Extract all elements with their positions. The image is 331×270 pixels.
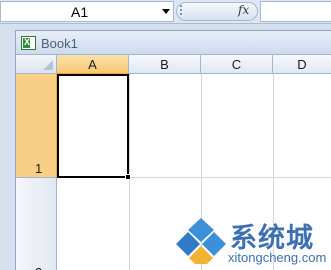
workbook-titlebar[interactable]: Book1 (16, 31, 331, 55)
name-box[interactable]: A1 (0, 1, 174, 22)
row-header-1[interactable]: 1 (16, 74, 57, 178)
column-header-c[interactable]: C (201, 55, 273, 74)
formula-input[interactable] (260, 1, 331, 22)
active-cell-a1[interactable] (57, 74, 129, 178)
column-header-d[interactable]: D (273, 55, 331, 74)
formula-bar: A1 fx (0, 0, 331, 24)
column-header-b[interactable]: B (129, 55, 201, 74)
watermark: 系统城 xitongcheng.com (176, 212, 331, 270)
row-header-2[interactable]: 2 (16, 178, 57, 270)
insert-function-icon[interactable]: fx (238, 3, 249, 17)
row-header-label: 2 (35, 265, 42, 270)
fill-handle[interactable] (125, 174, 131, 180)
excel-workbook-icon (21, 36, 36, 50)
row-header-label: 1 (35, 161, 43, 176)
select-all-triangle-icon (43, 60, 53, 70)
windows-logo-icon (176, 218, 226, 264)
workbook-title: Book1 (41, 36, 78, 51)
gridline (129, 74, 130, 270)
watermark-url: xitongcheng.com (228, 250, 327, 265)
column-header-a[interactable]: A (57, 55, 129, 74)
grip-icon (180, 5, 184, 17)
name-box-value: A1 (71, 4, 89, 20)
select-all-button[interactable] (16, 55, 57, 74)
chevron-down-icon[interactable] (162, 9, 170, 14)
